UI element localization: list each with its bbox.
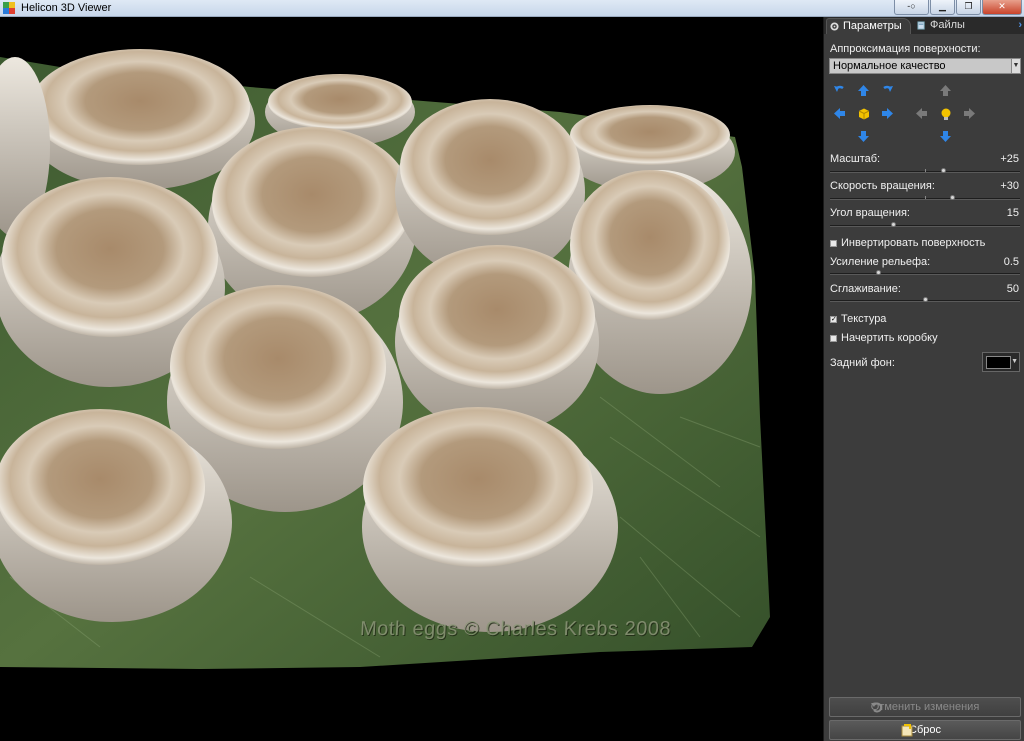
- tab-files-label: Файлы: [930, 19, 965, 31]
- move-down-button[interactable]: [856, 129, 871, 144]
- image-watermark: Moth eggs © Charles Krebs 2008: [359, 618, 672, 640]
- close-icon: ✕: [998, 1, 1006, 11]
- close-button[interactable]: ✕: [982, 0, 1022, 15]
- texture-checkbox[interactable]: ✓ Текстура: [830, 313, 886, 325]
- rotation-speed-label: Скорость вращения:: [830, 180, 935, 192]
- tab-parameters[interactable]: Параметры: [826, 18, 911, 34]
- title-bar: Helicon 3D Viewer -○ ▁ ❐ ✕: [0, 0, 1024, 17]
- arrow-down-icon: [940, 131, 951, 142]
- light-right-button[interactable]: [962, 106, 977, 121]
- checkbox-box[interactable]: [830, 239, 837, 247]
- slider-thumb[interactable]: [922, 297, 928, 302]
- rotate-ccw-icon: [834, 85, 844, 92]
- smoothing-value: 50: [1006, 283, 1019, 295]
- background-label: Задний фон:: [830, 357, 895, 369]
- arrow-up-icon: [858, 85, 869, 96]
- move-up-button[interactable]: [856, 83, 871, 98]
- tab-parameters-label: Параметры: [843, 20, 902, 32]
- maximize-button[interactable]: ❐: [956, 0, 981, 15]
- relief-gain-slider[interactable]: [830, 270, 1020, 275]
- scale-slider[interactable]: [830, 168, 1020, 173]
- reset-view-button[interactable]: [856, 106, 871, 121]
- panel-collapse-icon[interactable]: ›: [1018, 19, 1022, 31]
- lightbulb-icon: [941, 108, 950, 120]
- restore-icon: ❐: [964, 1, 973, 11]
- smoothing-slider[interactable]: [830, 297, 1020, 302]
- background-color-swatch: [986, 356, 1011, 369]
- pin-button[interactable]: -○: [894, 0, 929, 15]
- pin-icon: -○: [907, 1, 916, 11]
- texture-label: Текстура: [841, 313, 887, 325]
- move-left-button[interactable]: [832, 106, 847, 121]
- tab-files[interactable]: Файлы: [914, 18, 994, 34]
- draw-box-label: Начертить коробку: [841, 332, 938, 344]
- invert-surface-checkbox[interactable]: Инвертировать поверхность: [830, 237, 985, 249]
- chevron-down-icon: ▼: [1011, 59, 1020, 73]
- panel-tabs: Параметры Файлы ›: [824, 17, 1024, 34]
- window-title: Helicon 3D Viewer: [21, 2, 112, 14]
- minimize-button[interactable]: ▁: [930, 0, 955, 15]
- arrow-down-icon: [858, 131, 869, 142]
- surface-quality-select[interactable]: Нормальное качество ▼: [829, 58, 1021, 74]
- background-color-picker[interactable]: ▼: [982, 352, 1020, 372]
- rotation-speed-slider[interactable]: [830, 195, 1020, 200]
- reset-button[interactable]: Сброс: [829, 720, 1021, 740]
- cancel-changes-label: Отменить изменения: [870, 701, 980, 713]
- slider-thumb[interactable]: [950, 195, 956, 200]
- scale-value: +25: [1000, 153, 1019, 165]
- app-icon: [3, 2, 15, 14]
- smoothing-label: Сглаживание:: [830, 283, 901, 295]
- arrow-left-icon: [834, 108, 845, 119]
- relief-gain-value: 0.5: [1003, 256, 1019, 268]
- surface-quality-value: Нормальное качество: [833, 60, 946, 72]
- light-left-button[interactable]: [914, 106, 929, 121]
- rotate-right-button[interactable]: [880, 83, 895, 98]
- arrow-up-icon: [940, 85, 951, 96]
- minimize-icon: ▁: [939, 1, 946, 11]
- rotate-left-button[interactable]: [832, 83, 847, 98]
- cancel-changes-button[interactable]: Отменить изменения: [829, 697, 1021, 717]
- reset-icon: [901, 724, 913, 737]
- scale-label: Масштаб:: [830, 153, 881, 165]
- draw-box-checkbox[interactable]: Начертить коробку: [830, 332, 938, 344]
- arrow-right-icon: [882, 108, 893, 119]
- surface-approx-label: Аппроксимация поверхности:: [830, 43, 981, 55]
- cube-icon: [858, 108, 869, 119]
- files-icon: [917, 21, 925, 30]
- arrow-right-icon: [964, 108, 975, 119]
- rotate-cw-icon: [883, 85, 893, 92]
- slider-thumb[interactable]: [941, 168, 946, 173]
- rotation-angle-label: Угол вращения:: [830, 207, 910, 219]
- light-down-button[interactable]: [938, 129, 953, 144]
- arrow-left-icon: [916, 108, 927, 119]
- settings-panel: Параметры Файлы › Аппроксимация поверхно…: [823, 17, 1024, 741]
- slider-thumb[interactable]: [876, 270, 882, 275]
- slider-thumb[interactable]: [891, 222, 897, 227]
- gear-icon: [830, 22, 839, 31]
- relief-gain-label: Усиление рельефа:: [830, 256, 931, 268]
- rotation-angle-slider[interactable]: [830, 222, 1020, 227]
- light-toggle-button[interactable]: [938, 106, 953, 121]
- invert-surface-label: Инвертировать поверхность: [841, 237, 986, 249]
- checkbox-box[interactable]: ✓: [830, 315, 837, 323]
- rotation-speed-value: +30: [1000, 180, 1019, 192]
- chevron-down-icon: ▼: [1011, 358, 1018, 365]
- light-up-button[interactable]: [938, 83, 953, 98]
- undo-icon: [871, 702, 883, 713]
- 3d-viewport[interactable]: Moth eggs © Charles Krebs 2008: [0, 17, 823, 741]
- rotation-angle-value: 15: [1006, 207, 1019, 219]
- checkbox-box[interactable]: [830, 334, 837, 342]
- move-right-button[interactable]: [880, 106, 895, 121]
